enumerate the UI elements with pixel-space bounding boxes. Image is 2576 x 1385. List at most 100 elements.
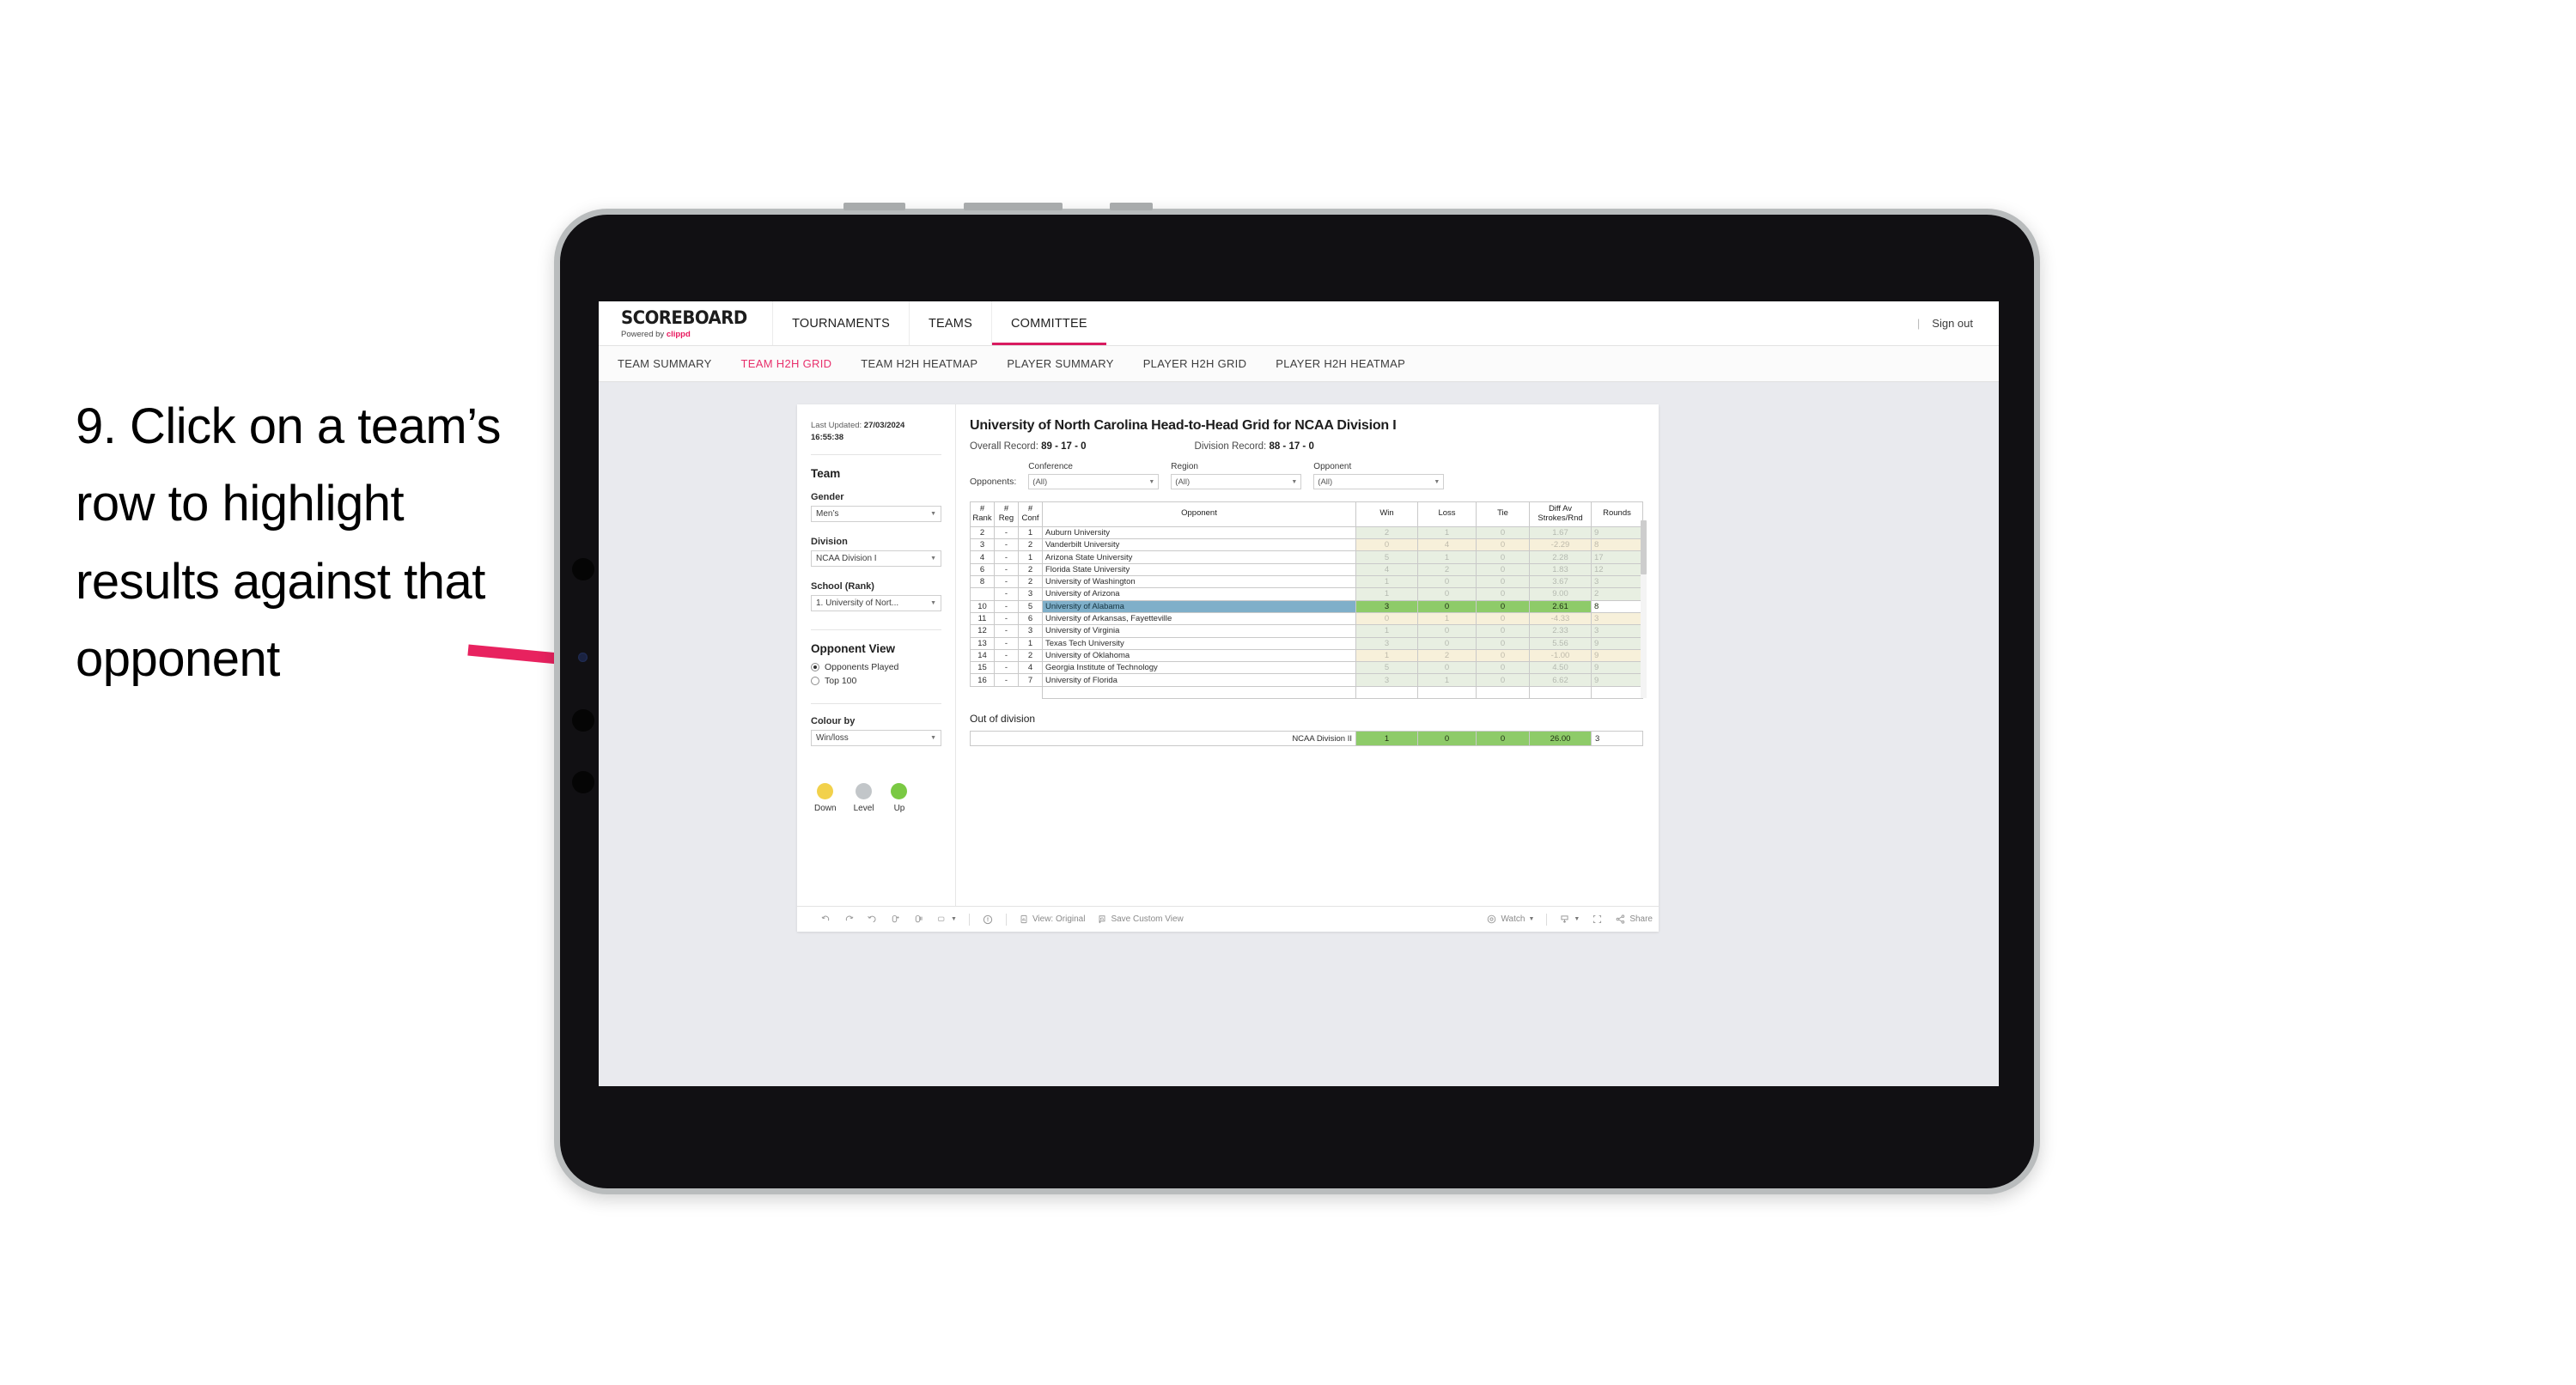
rounds-cell: 8 bbox=[1591, 538, 1643, 552]
table-row[interactable]: 4-1 Arizona State University 5 1 0 2.28 17 bbox=[970, 550, 1643, 564]
subnav-item-team-h2h-grid[interactable]: TEAM H2H GRID bbox=[741, 357, 832, 370]
chevron-down-icon: ▼ bbox=[930, 734, 936, 741]
colour-legend: Down Level Up bbox=[811, 782, 941, 813]
top-navigation-right: | Sign out bbox=[1917, 301, 1999, 345]
pause-button[interactable] bbox=[907, 914, 930, 925]
region-select[interactable]: (All) ▼ bbox=[1171, 474, 1302, 489]
chevron-down-icon: ▼ bbox=[1291, 478, 1298, 485]
redo-button[interactable] bbox=[837, 914, 861, 925]
vertical-scrollbar-thumb[interactable] bbox=[1641, 520, 1647, 574]
opponent-label: Opponent bbox=[1313, 462, 1352, 471]
table-row[interactable]: 12-3 University of Virginia 1 0 0 2.33 3 bbox=[970, 624, 1643, 638]
spacer-cell bbox=[1529, 685, 1592, 700]
tie-cell: 0 bbox=[1476, 550, 1530, 564]
toolbar-divider bbox=[1005, 913, 1007, 926]
division-select[interactable]: NCAA Division I ▼ bbox=[811, 550, 941, 567]
win-cell: 5 bbox=[1355, 661, 1418, 675]
conf-cell: 7 bbox=[1018, 673, 1043, 687]
opponent-cell: Auburn University bbox=[1042, 525, 1356, 540]
loss-cell: 0 bbox=[1417, 599, 1477, 613]
opponent-value: (All) bbox=[1318, 477, 1333, 487]
nav-item-teams[interactable]: TEAMS bbox=[908, 301, 991, 345]
tie-cell: 0 bbox=[1476, 575, 1530, 589]
fullscreen-button[interactable] bbox=[1586, 914, 1609, 925]
share-button[interactable]: Share bbox=[1609, 914, 1659, 925]
opponents-label: Opponents: bbox=[970, 477, 1017, 487]
opponent-select[interactable]: (All) ▼ bbox=[1313, 474, 1445, 489]
subnav-item-team-h2h-heatmap[interactable]: TEAM H2H HEATMAP bbox=[861, 357, 977, 370]
nav-item-committee[interactable]: COMMITTEE bbox=[990, 301, 1106, 345]
subnav-item-player-summary[interactable]: PLAYER SUMMARY bbox=[1007, 357, 1113, 370]
revert-button[interactable] bbox=[861, 914, 884, 925]
out-of-division-row[interactable]: NCAA Division II 1 0 0 26.00 3 bbox=[970, 731, 1643, 746]
table-spacer-row bbox=[971, 685, 1643, 700]
loss-cell: 1 bbox=[1417, 673, 1477, 687]
legend-swatch-down bbox=[817, 782, 834, 799]
nav-item-tournaments[interactable]: TOURNAMENTS bbox=[772, 301, 909, 345]
share-label: Share bbox=[1629, 914, 1653, 924]
out-division-win: 1 bbox=[1355, 731, 1418, 746]
subnav-item-team-summary[interactable]: TEAM SUMMARY bbox=[618, 357, 712, 370]
table-row[interactable]: -3 University of Arizona 1 0 0 9.00 2 bbox=[970, 587, 1643, 601]
download-button[interactable]: ▼ bbox=[1553, 914, 1586, 925]
out-of-division-title: Out of division bbox=[970, 713, 1036, 725]
conf-cell: 3 bbox=[1018, 624, 1043, 638]
colour-by-select[interactable]: Win/loss ▼ bbox=[811, 729, 941, 746]
toolbar-divider bbox=[1546, 913, 1548, 926]
diff-cell: -2.29 bbox=[1529, 538, 1592, 552]
rank-cell: 16 bbox=[970, 673, 995, 687]
table-row[interactable]: 15-4 Georgia Institute of Technology 5 0 0 4.… bbox=[970, 661, 1643, 675]
table-row[interactable]: 11-6 University of Arkansas, Fayetteville… bbox=[970, 611, 1643, 626]
radio-top-100[interactable]: Top 100 bbox=[811, 676, 941, 686]
help-button[interactable] bbox=[976, 914, 1000, 926]
tableau-toolbar: ▼ View: Original Save Custom View Watch … bbox=[797, 906, 1659, 932]
table-row[interactable]: 16-7 University of Florida 3 1 0 6.62 9 bbox=[970, 673, 1643, 687]
brand-sub-name: clippd bbox=[666, 330, 691, 339]
rank-cell: 15 bbox=[970, 661, 995, 675]
undo-button[interactable] bbox=[814, 914, 837, 925]
chevron-down-icon: ▼ bbox=[1574, 916, 1580, 922]
table-row[interactable]: 6-2 Florida State University 4 2 0 1.83 12 bbox=[970, 562, 1643, 577]
conference-select[interactable]: (All) ▼ bbox=[1028, 474, 1160, 489]
subnav-item-player-h2h-grid[interactable]: PLAYER H2H GRID bbox=[1143, 357, 1247, 370]
table-row[interactable]: 13-1 Texas Tech University 3 0 0 5.56 9 bbox=[970, 636, 1643, 650]
camera-lens bbox=[578, 653, 588, 662]
table-row[interactable]: 3-2 Vanderbilt University 0 4 0 -2.29 8 bbox=[970, 538, 1643, 552]
h2h-grid-table[interactable]: # Rank # Reg # Conf Opponent Win Loss Tie D… bbox=[970, 501, 1643, 700]
radio-opponents-played[interactable]: Opponents Played bbox=[811, 662, 941, 672]
chevron-down-icon: ▼ bbox=[1528, 916, 1535, 922]
tableau-viz-container: Last Updated: 27/03/2024 16:55:38 Team G… bbox=[797, 404, 1659, 932]
refresh-button[interactable] bbox=[884, 914, 907, 925]
opponent-cell: Texas Tech University bbox=[1042, 636, 1356, 650]
brand-logo[interactable]: SCOREBOARD Powered by clippd bbox=[599, 301, 772, 345]
tie-cell: 0 bbox=[1476, 587, 1530, 601]
loss-cell: 4 bbox=[1417, 538, 1477, 552]
table-row[interactable]: 14-2 University of Oklahoma 1 2 0 -1.00 9 bbox=[970, 648, 1643, 663]
sign-out-link[interactable]: Sign out bbox=[1932, 317, 1973, 330]
save-custom-view-label: Save Custom View bbox=[1111, 914, 1184, 924]
division-record-label: Division Record: bbox=[1194, 441, 1270, 452]
chevron-down-icon: ▼ bbox=[1434, 478, 1440, 485]
diff-cell: 6.62 bbox=[1529, 673, 1592, 687]
rounds-cell: 3 bbox=[1591, 624, 1643, 638]
subnav-item-player-h2h-heatmap[interactable]: PLAYER H2H HEATMAP bbox=[1276, 357, 1405, 370]
reg-cell: - bbox=[994, 550, 1019, 564]
save-custom-view-button[interactable]: Save Custom View bbox=[1091, 914, 1189, 925]
gender-select[interactable]: Men’s ▼ bbox=[811, 505, 941, 522]
brand-title: SCOREBOARD bbox=[621, 307, 747, 328]
opponent-cell: University of Arkansas, Fayetteville bbox=[1042, 611, 1356, 626]
view-original-button[interactable]: View: Original bbox=[1013, 914, 1092, 925]
table-row[interactable]: 2-1 Auburn University 2 1 0 1.67 9 bbox=[970, 525, 1643, 540]
spacer-cell bbox=[1355, 685, 1418, 700]
colour-by-value: Win/loss bbox=[816, 732, 849, 743]
last-updated-time: 16:55:38 bbox=[811, 432, 844, 442]
view-dropdown-button[interactable]: ▼ bbox=[930, 914, 963, 925]
table-row[interactable]: 10-5 University of Alabama 3 0 0 2.61 8 bbox=[970, 599, 1643, 613]
table-row[interactable]: 8-2 University of Washington 1 0 0 3.67 3 bbox=[970, 575, 1643, 589]
rank-cell: 14 bbox=[970, 648, 995, 663]
school-select[interactable]: 1. University of Nort... ▼ bbox=[811, 594, 941, 611]
conf-cell: 1 bbox=[1018, 550, 1043, 564]
watch-button[interactable]: Watch ▼ bbox=[1480, 914, 1540, 925]
out-of-division-table[interactable]: NCAA Division II 1 0 0 26.00 3 bbox=[970, 731, 1643, 746]
reg-cell: - bbox=[994, 562, 1019, 577]
